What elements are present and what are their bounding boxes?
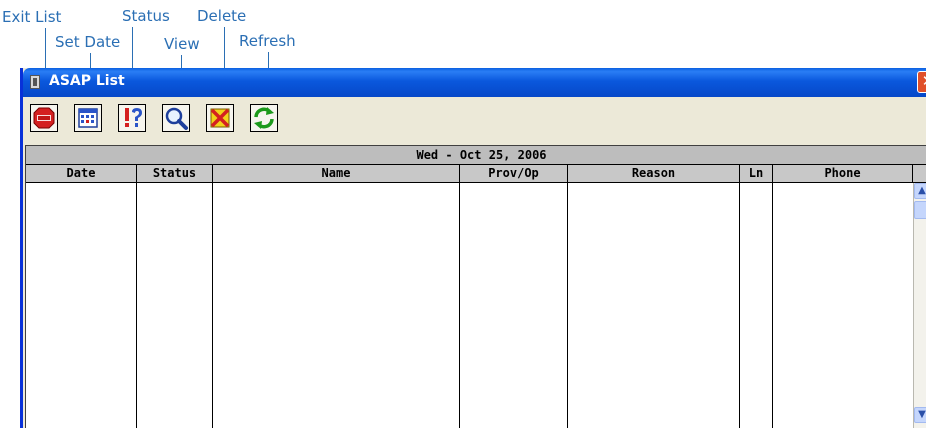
column-header-phone[interactable]: Phone	[773, 165, 913, 182]
date-banner: Wed - Oct 25, 2006	[26, 146, 926, 165]
view-button[interactable]	[162, 104, 190, 132]
callout-status: Status	[122, 7, 170, 25]
status-button[interactable]	[118, 104, 146, 132]
scroll-thumb[interactable]	[914, 201, 926, 219]
exit-list-button[interactable]	[30, 104, 58, 132]
column-divider	[136, 183, 137, 428]
window-title: ASAP List	[49, 73, 125, 89]
title-bar[interactable]: ASAP List ✕	[23, 68, 926, 97]
column-header-prov-op[interactable]: Prov/Op	[460, 165, 568, 182]
column-header-status[interactable]: Status	[137, 165, 213, 182]
scroll-up-button[interactable]: ▲	[914, 183, 926, 199]
callout-refresh: Refresh	[239, 32, 296, 50]
refresh-button[interactable]	[250, 104, 278, 132]
refresh-icon	[254, 107, 274, 129]
scroll-down-button[interactable]: ▼	[914, 407, 926, 423]
column-header-row: Date Status Name Prov/Op Reason Ln Phone	[26, 165, 926, 183]
callout-set-date: Set Date	[55, 33, 121, 51]
callout-view: View	[164, 35, 200, 53]
callout-delete: Delete	[197, 7, 247, 25]
app-icon	[30, 75, 40, 89]
status-icon	[125, 108, 142, 127]
column-header-ln[interactable]: Ln	[740, 165, 773, 182]
vertical-scrollbar[interactable]: ▲ ▼	[913, 183, 926, 428]
exit-icon	[33, 107, 55, 129]
asap-list-grid[interactable]: Wed - Oct 25, 2006 Date Status Name Prov…	[25, 145, 926, 428]
column-divider	[567, 183, 568, 428]
callout-exit-list: Exit List	[2, 8, 62, 26]
calendar-icon	[78, 108, 98, 128]
column-divider	[212, 183, 213, 428]
set-date-button[interactable]	[74, 104, 102, 132]
toolbar	[23, 97, 926, 135]
column-divider	[739, 183, 740, 428]
delete-button[interactable]	[206, 104, 234, 132]
column-header-date[interactable]: Date	[26, 165, 137, 182]
close-button[interactable]: ✕	[917, 71, 926, 93]
column-header-name[interactable]: Name	[213, 165, 460, 182]
magnifier-icon	[165, 107, 188, 130]
asap-list-window: ASAP List ✕	[20, 68, 926, 428]
delete-icon	[210, 108, 230, 128]
column-header-reason[interactable]: Reason	[568, 165, 740, 182]
column-divider	[459, 183, 460, 428]
column-divider	[772, 183, 773, 428]
